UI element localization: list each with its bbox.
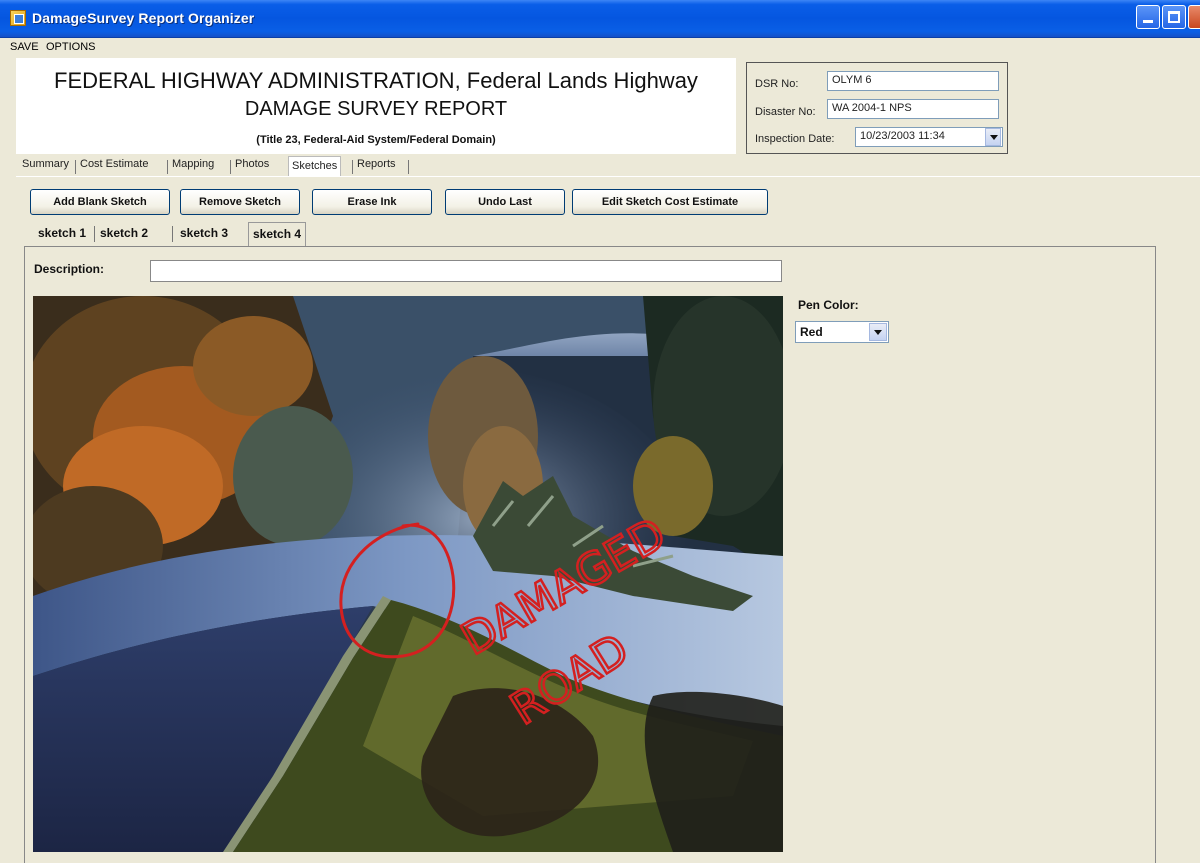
dsr-no-field[interactable]: OLYM 6 xyxy=(827,71,999,91)
sketch-tab-4[interactable]: sketch 4 xyxy=(248,222,307,246)
header-agency: FEDERAL HIGHWAY ADMINISTRATION, Federal … xyxy=(54,68,698,93)
remove-sketch-button[interactable]: Remove Sketch xyxy=(180,189,300,215)
edit-sketch-cost-estimate-button[interactable]: Edit Sketch Cost Estimate xyxy=(572,189,768,215)
sketch-tab-2[interactable]: sketch 2 xyxy=(100,226,148,240)
dsr-info-box: DSR No: OLYM 6 Disaster No: WA 2004-1 NP… xyxy=(746,62,1008,154)
pen-color-select[interactable]: Red xyxy=(795,321,889,343)
description-label: Description: xyxy=(34,262,105,276)
report-header: FEDERAL HIGHWAY ADMINISTRATION, Federal … xyxy=(16,58,736,154)
title-bar: DamageSurvey Report Organizer xyxy=(0,0,1200,38)
undo-last-button[interactable]: Undo Last xyxy=(445,189,565,215)
menu-bar: SAVE OPTIONS xyxy=(0,38,1200,58)
erase-ink-button[interactable]: Erase Ink xyxy=(312,189,432,215)
add-blank-sketch-button[interactable]: Add Blank Sketch xyxy=(30,189,170,215)
header-subtitle: (Title 23, Federal-Aid System/Federal Do… xyxy=(256,134,496,146)
tab-photos[interactable]: Photos xyxy=(235,158,269,170)
minimize-button[interactable] xyxy=(1136,5,1160,29)
sketch-tab-3[interactable]: sketch 3 xyxy=(180,226,228,240)
tab-sketches[interactable]: Sketches xyxy=(288,156,342,176)
tab-mapping[interactable]: Mapping xyxy=(172,158,214,170)
sketch-photo: DAMAGED ROAD xyxy=(33,296,783,852)
window-title: DamageSurvey Report Organizer xyxy=(32,10,255,26)
sketch-tab-1[interactable]: sketch 1 xyxy=(38,226,86,240)
tab-cost-estimate[interactable]: Cost Estimate xyxy=(80,158,148,170)
menu-save[interactable]: SAVE xyxy=(10,41,39,53)
maximize-button[interactable] xyxy=(1162,5,1186,29)
app-icon xyxy=(10,10,26,26)
description-input[interactable] xyxy=(150,260,782,282)
chevron-down-icon[interactable] xyxy=(869,323,887,341)
pen-color-label: Pen Color: xyxy=(798,298,859,312)
chevron-down-icon[interactable] xyxy=(985,128,1001,146)
inspection-date-value: 10/23/2003 11:34 xyxy=(860,130,945,142)
disaster-no-field[interactable]: WA 2004-1 NPS xyxy=(827,99,999,119)
tab-summary[interactable]: Summary xyxy=(22,158,69,170)
menu-options[interactable]: OPTIONS xyxy=(46,41,96,53)
pen-color-value: Red xyxy=(800,325,823,339)
dsr-no-label: DSR No: xyxy=(755,78,799,90)
header-report-title: DAMAGE SURVEY REPORT xyxy=(244,98,508,120)
tab-reports[interactable]: Reports xyxy=(357,158,396,170)
sketch-canvas[interactable]: DAMAGED ROAD xyxy=(33,296,783,852)
inspection-date-picker[interactable]: 10/23/2003 11:34 xyxy=(855,127,1003,147)
close-button[interactable] xyxy=(1188,5,1200,29)
inspection-date-label: Inspection Date: xyxy=(755,133,835,145)
disaster-no-label: Disaster No: xyxy=(755,106,816,118)
